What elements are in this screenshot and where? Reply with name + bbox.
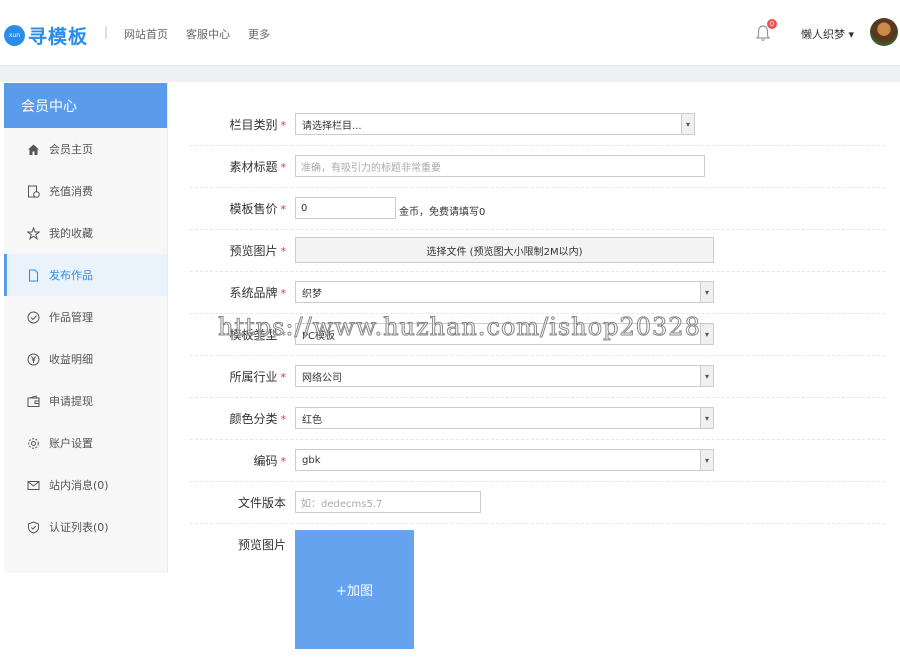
top-nav: 网站首页 客服中心 更多 [124,26,270,42]
form-row-version: 文件版本 如：dedecms5.7 [190,482,885,524]
preview-label: 预览图片 [229,244,278,258]
sidebar-title: 会员中心 [4,83,167,128]
check-circle-icon [26,310,40,324]
industry-label: 所属行业 [229,370,278,384]
mail-icon [26,478,40,492]
watermark-text: https://www.huzhan.com/ishop20328 [218,313,701,342]
sidebar-item-label: 会员主页 [49,143,93,156]
logo-text: 寻模板 [28,26,89,48]
sidebar-item-settings[interactable]: 账户设置 [4,422,167,464]
required-mark: * [280,245,287,258]
encoding-label: 编码 [253,454,278,468]
file-icon [26,268,40,282]
sidebar-item-label: 我的收藏 [49,227,93,240]
chevron-down-icon: ▾ [700,450,713,470]
chevron-down-icon: ▾ [700,324,713,344]
wallet-icon [26,394,40,408]
color-value: 红色 [302,414,322,426]
price-hint: 金币，免费请填写0 [399,207,486,218]
star-icon [26,226,40,240]
sidebar-item-label: 账户设置 [49,437,93,450]
sidebar-item-label: 站内消息(0) [49,479,109,492]
form-row-category: 栏目类别 * 请选择栏目... ▾ [190,104,885,146]
version-input[interactable]: 如：dedecms5.7 [295,491,481,513]
header-divider-band [0,66,900,82]
form-row-title: 素材标题 * 准确，有吸引力的标题非常重要 [190,146,885,188]
required-mark: * [280,203,287,216]
title-input[interactable]: 准确，有吸引力的标题非常重要 [295,155,705,177]
title-label: 素材标题 [229,160,278,174]
sidebar-item-home[interactable]: 会员主页 [4,128,167,170]
chevron-down-icon: ▾ [700,408,713,428]
recharge-icon [26,184,40,198]
gear-icon [26,436,40,450]
brand-select[interactable]: 织梦 ▾ [295,281,714,303]
sidebar-item-manage[interactable]: 作品管理 [4,296,167,338]
required-mark: * [280,455,287,468]
brand-value: 织梦 [302,288,322,300]
required-mark: * [280,119,287,132]
brand-label: 系统品牌 [229,286,278,300]
nav-service-link[interactable]: 客服中心 [186,26,230,42]
price-label: 模板售价 [229,202,278,216]
sidebar-item-favorites[interactable]: 我的收藏 [4,212,167,254]
sidebar-item-certification[interactable]: 认证列表(0) [4,506,167,548]
choose-file-button[interactable]: 选择文件 (预览图大小限制2M以内) [295,237,714,263]
yen-icon [26,352,40,366]
sidebar: 会员中心 会员主页 充值消费 我的收藏 发布作品 作品管理 收益明细 申请提现 [4,83,168,573]
sidebar-item-label: 作品管理 [49,311,93,324]
sidebar-item-label: 认证列表(0) [49,521,109,534]
form-row-color: 颜色分类 * 红色 ▾ [190,398,885,440]
color-label: 颜色分类 [229,412,278,426]
category-select[interactable]: 请选择栏目... ▾ [295,113,695,135]
logo-separator: | [104,25,109,39]
category-value: 请选择栏目... [302,120,362,132]
chevron-down-icon: ▾ [700,366,713,386]
sidebar-item-label: 申请提现 [49,395,93,408]
chevron-down-icon: ▾ [681,114,694,134]
encoding-select[interactable]: gbk ▾ [295,449,714,471]
industry-select[interactable]: 网络公司 ▾ [295,365,714,387]
avatar[interactable] [870,18,898,46]
industry-value: 网络公司 [302,372,342,384]
version-label: 文件版本 [237,496,286,510]
form-row-price: 模板售价 * 0 金币，免费请填写0 [190,188,885,230]
required-mark: * [280,413,287,426]
encoding-value: gbk [302,454,321,466]
sidebar-item-label: 发布作品 [49,269,93,282]
sidebar-item-label: 收益明细 [49,353,93,366]
sidebar-item-earnings[interactable]: 收益明细 [4,338,167,380]
sidebar-item-withdraw[interactable]: 申请提现 [4,380,167,422]
home-icon [26,142,40,156]
top-header: xun 寻模板 | 网站首页 客服中心 更多 0 懒人织梦 ▾ [0,0,900,66]
form-row-preview: 预览图片 * 选择文件 (预览图大小限制2M以内) [190,230,885,272]
add-image-button[interactable]: +加图 [295,530,414,649]
color-select[interactable]: 红色 ▾ [295,407,714,429]
form-row-brand: 系统品牌 * 织梦 ▾ [190,272,885,314]
sidebar-item-messages[interactable]: 站内消息(0) [4,464,167,506]
sidebar-item-label: 充值消费 [49,185,93,198]
price-input[interactable]: 0 [295,197,396,219]
chevron-down-icon: ▾ [700,282,713,302]
notification-badge: 0 [767,19,777,29]
sidebar-item-recharge[interactable]: 充值消费 [4,170,167,212]
site-logo[interactable]: xun 寻模板 [4,22,88,49]
gallery-label: 预览图片 [237,538,286,552]
shield-icon [26,520,40,534]
nav-more-link[interactable]: 更多 [248,26,270,42]
required-mark: * [280,287,287,300]
sidebar-item-publish[interactable]: 发布作品 [4,254,167,296]
logo-badge: xun [4,25,25,46]
form-row-encoding: 编码 * gbk ▾ [190,440,885,482]
user-menu[interactable]: 懒人织梦 ▾ [801,26,854,42]
form-row-industry: 所属行业 * 网络公司 ▾ [190,356,885,398]
required-mark: * [280,371,287,384]
category-label: 栏目类别 [229,118,278,132]
nav-home-link[interactable]: 网站首页 [124,26,168,42]
required-mark: * [280,161,287,174]
